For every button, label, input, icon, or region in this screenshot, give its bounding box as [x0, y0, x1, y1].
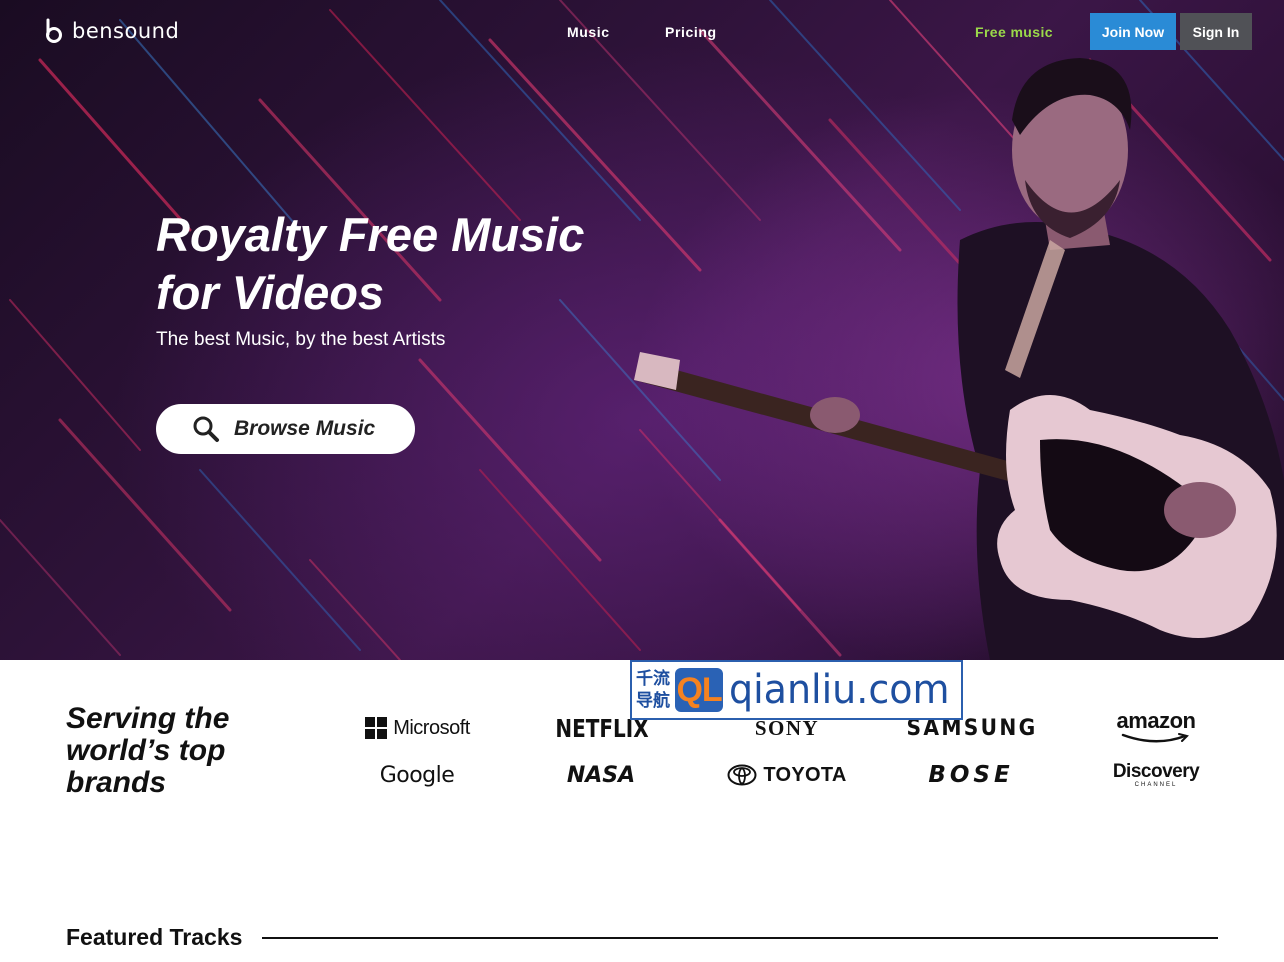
amazon-smile-icon: [1121, 733, 1189, 743]
nav-link-music[interactable]: Music: [567, 24, 610, 40]
watermark-domain: qianliu.com: [728, 667, 950, 713]
browse-music-button[interactable]: Browse Music: [156, 404, 415, 454]
watermark-chinese-text: 千流 导航: [636, 668, 675, 712]
guitarist-photo: [634, 58, 1284, 660]
top-navigation: bensound Music Pricing Free music Join N…: [0, 0, 1284, 64]
featured-tracks-heading: Featured Tracks: [66, 924, 243, 950]
join-now-button[interactable]: Join Now: [1090, 13, 1176, 50]
google-logo: Google: [379, 762, 455, 788]
search-icon: [193, 416, 219, 442]
featured-divider: [262, 937, 1218, 939]
qianliu-watermark: 千流 导航 QL qianliu.com: [630, 660, 963, 720]
discovery-logo: Discovery CHANNEL: [1100, 758, 1212, 792]
nasa-logo: NASA: [566, 762, 636, 788]
microsoft-grid-icon: [365, 717, 388, 739]
hero-title-line-1: Royalty Free Music: [156, 208, 585, 261]
toyota-logo: TOYOTA: [722, 760, 852, 790]
logo-text: bensound: [72, 19, 180, 43]
sign-in-button[interactable]: Sign In: [1180, 13, 1252, 50]
hero-subtitle: The best Music, by the best Artists: [156, 329, 446, 350]
browse-music-label: Browse Music: [234, 417, 376, 440]
toyota-wordmark: TOYOTA: [763, 763, 847, 786]
bensound-logo[interactable]: bensound: [44, 18, 179, 44]
nav-link-free-music[interactable]: Free music: [975, 24, 1053, 40]
watermark-cn-line-1: 千流: [636, 669, 670, 688]
discovery-wordmark: Discovery: [1112, 760, 1200, 782]
watermark-ql-badge: QL: [675, 668, 723, 712]
bensound-logo-icon: [46, 18, 62, 43]
hero-title-line-2: for Videos: [156, 266, 385, 319]
microsoft-logo: Microsoft: [360, 713, 475, 743]
hero-banner: bensound Music Pricing Free music Join N…: [0, 0, 1284, 660]
amazon-wordmark: amazon: [1116, 708, 1196, 733]
discovery-channel-label: CHANNEL: [1134, 781, 1178, 788]
bose-logo: BOSE: [928, 762, 1014, 788]
amazon-logo: amazon: [1110, 708, 1202, 744]
watermark-cn-line-2: 导航: [636, 691, 670, 710]
brands-heading: Serving the world’s top brands: [66, 702, 230, 799]
toyota-emblem-icon: [727, 764, 757, 786]
hero-title: Royalty Free Music for Videos: [156, 206, 716, 322]
nav-link-pricing[interactable]: Pricing: [665, 24, 717, 40]
microsoft-wordmark: Microsoft: [393, 716, 470, 739]
